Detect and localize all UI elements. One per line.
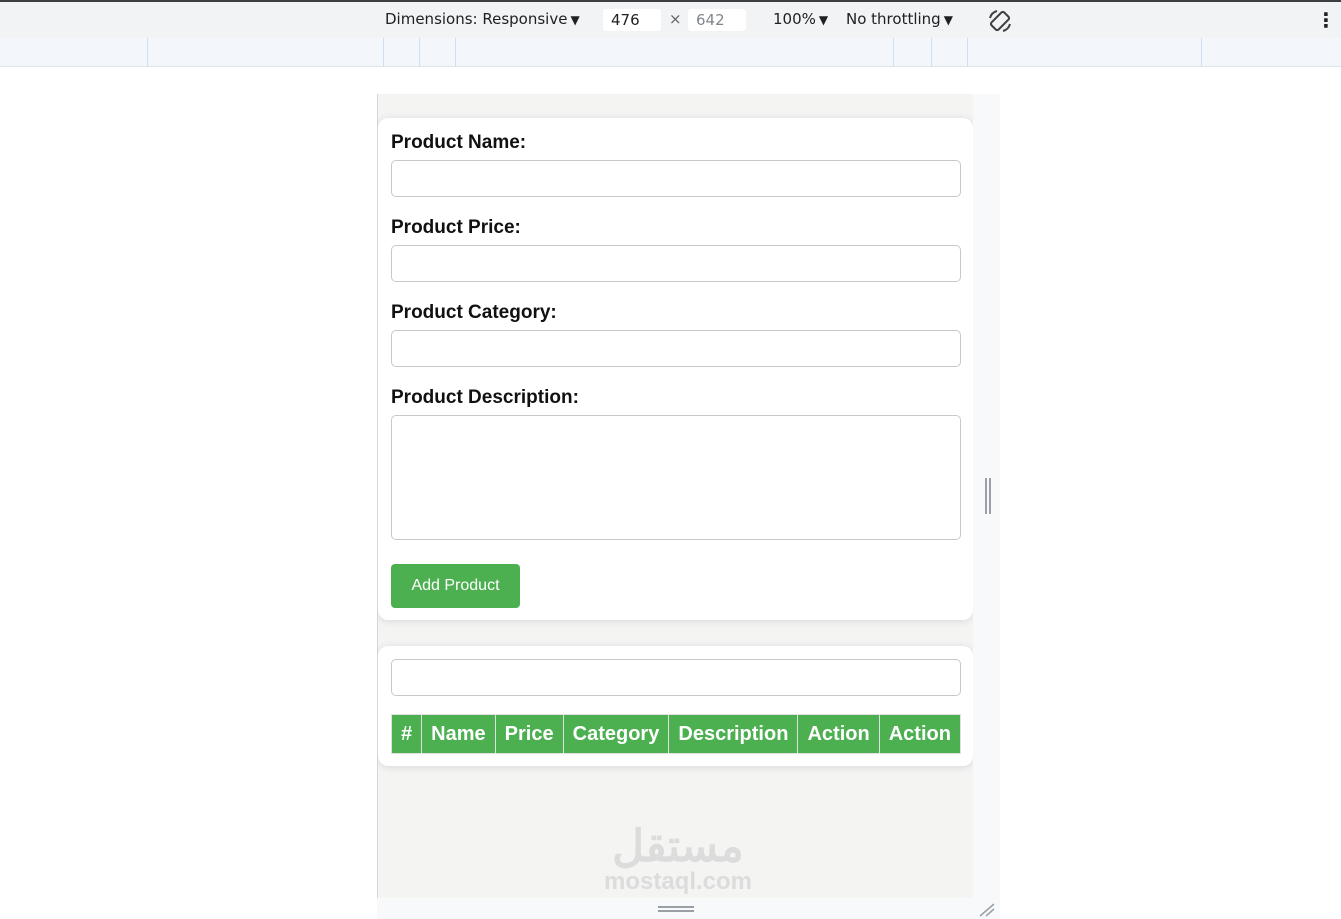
header-action-delete: Action — [878, 714, 962, 754]
media-query-ruler — [0, 38, 1341, 67]
device-toolbar: Dimensions: Responsive ▼ 476 × 642 100% ▼ … — [0, 0, 1341, 38]
table-header-row: # Name Price Category Description Action… — [390, 714, 962, 754]
corner-resize-icon[interactable] — [978, 902, 996, 918]
chevron-down-icon: ▼ — [818, 13, 829, 27]
product-name-label: Product Name: — [391, 132, 527, 153]
product-form-card: Product Name: Product Price: Product Cat… — [378, 118, 973, 620]
product-price-input[interactable] — [391, 245, 961, 282]
header-action-update: Action — [797, 714, 880, 754]
product-name-input[interactable] — [391, 160, 961, 197]
more-options-icon[interactable]: ⋮ — [1316, 8, 1336, 32]
watermark-latin: mostaql.com — [603, 868, 753, 895]
height-drag-handle-icon[interactable] — [658, 906, 694, 912]
add-product-button[interactable]: Add Product — [391, 564, 520, 608]
watermark: مستقل mostaql.com — [588, 824, 768, 894]
rotate-icon[interactable] — [987, 8, 1013, 38]
height-input[interactable]: 642 — [687, 8, 747, 32]
page-viewport: Product Name: Product Price: Product Cat… — [377, 94, 974, 898]
chevron-down-icon: ▼ — [943, 13, 953, 27]
header-description: Description — [668, 714, 799, 754]
width-input[interactable]: 476 — [602, 8, 662, 32]
dimensions-label: Dimensions: Responsive — [385, 10, 568, 28]
product-description-textarea[interactable] — [391, 415, 961, 540]
product-category-label: Product Category: — [391, 302, 557, 323]
zoom-label: 100% — [773, 10, 816, 28]
product-description-label: Product Description: — [391, 387, 579, 408]
header-price: Price — [494, 714, 564, 754]
dimensions-dropdown[interactable]: Dimensions: Responsive ▼ — [385, 10, 580, 28]
width-drag-handle-icon[interactable] — [985, 478, 991, 514]
header-index: # — [390, 714, 423, 754]
products-table: # Name Price Category Description Action… — [390, 714, 962, 754]
product-category-input[interactable] — [391, 330, 961, 367]
header-category: Category — [562, 714, 670, 754]
chevron-down-icon: ▼ — [570, 13, 580, 27]
times-sign: × — [669, 10, 682, 28]
throttling-dropdown[interactable]: No throttling ▼ — [846, 10, 953, 28]
product-table-card: # Name Price Category Description Action… — [378, 646, 973, 766]
product-price-label: Product Price: — [391, 217, 521, 238]
throttling-label: No throttling — [846, 10, 941, 28]
watermark-arabic: مستقل — [612, 822, 744, 871]
search-input[interactable] — [391, 659, 961, 696]
header-name: Name — [421, 714, 496, 754]
zoom-dropdown[interactable]: 100% ▼ — [773, 10, 828, 28]
